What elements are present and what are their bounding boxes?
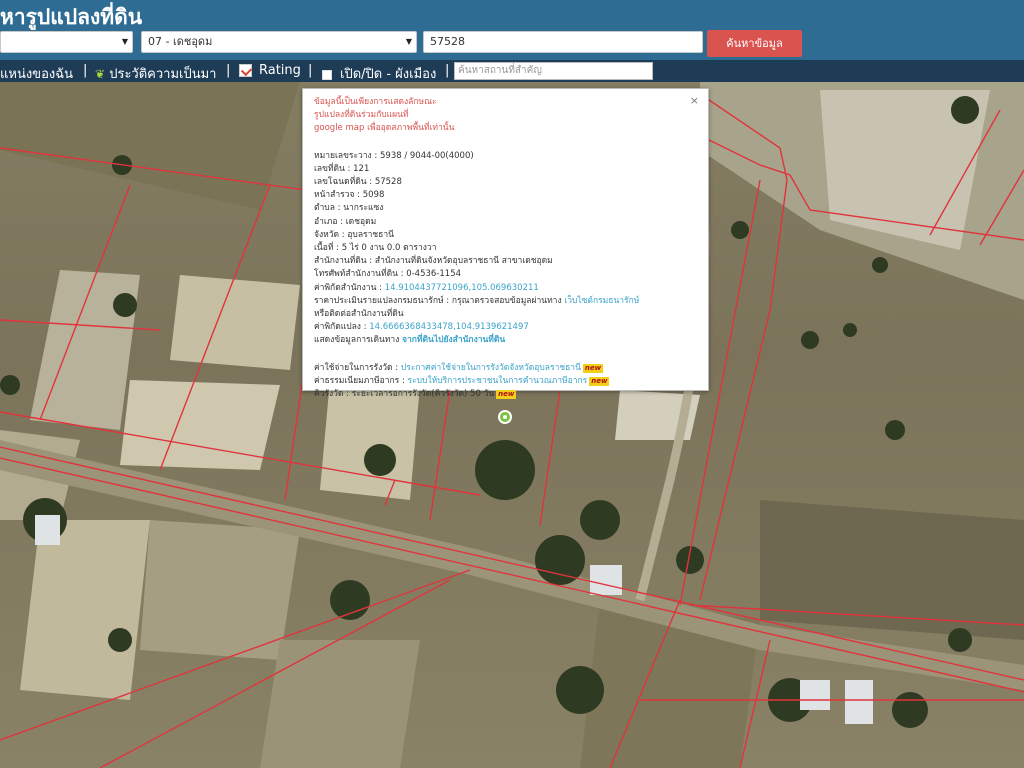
field-label: หมายเลขระวาง	[314, 150, 372, 161]
field-row-district: อำเภอ : เดชอุดม	[314, 216, 377, 227]
new-badge: new	[496, 390, 517, 400]
field-value: 5098	[362, 190, 385, 201]
field-label: คิวรังวัด	[314, 389, 344, 400]
city-plan-checkbox[interactable]	[322, 69, 332, 80]
popup-notice-line: ข้อมูลนี้เป็นเพียงการแสดงลักษณะ	[314, 97, 437, 107]
district-select-value: 07 - เดชอุดม	[148, 35, 213, 48]
field-value: 5938 / 9044-00(4000)	[380, 150, 474, 161]
field-row-land-office: สำนักงานที่ดิน : สำนักงานที่ดินจังหวัดอุ…	[314, 256, 553, 267]
office-coord-link[interactable]: 14.9104437721096,105.069630211	[385, 283, 539, 293]
menu-separator: |	[226, 63, 231, 78]
field-row-survey-page: หน้าสำรวจ : 5098	[314, 190, 385, 201]
field-label: เลขที่ดิน	[314, 163, 345, 174]
field-value: 57528	[374, 177, 402, 188]
field-label: ตำบล	[314, 203, 335, 214]
field-row-province: จังหวัด : อุบลราชธานี	[314, 229, 394, 240]
parcel-info-popup: × ข้อมูลนี้เป็นเพียงการแสดงลักษณะ รูปแปล…	[302, 88, 709, 400]
field-label: หน้าสำรวจ	[314, 190, 355, 201]
field-label: จังหวัด	[314, 229, 340, 240]
sprout-icon: ❦	[95, 67, 106, 81]
field-row-deed-no: เลขโฉนดที่ดิน : 57528	[314, 177, 402, 188]
close-icon[interactable]: ×	[690, 94, 699, 107]
field-row-survey-fee: ค่าใช้จ่ายในการรังวัด : ประกาศค่าใช้จ่าย…	[314, 362, 604, 373]
top-bar: หารูปแปลงที่ดิน ▼ 07 - เดชอุดม ▼ 57528 ค…	[0, 0, 1024, 60]
field-value: กรุณาตรวจสอบข้อมูลผ่านทาง	[451, 295, 562, 306]
field-value: 5 ไร่ 0 งาน 0.0 ตารางวา	[341, 243, 437, 254]
field-label: ราคาประเมินรายแปลงกรมธนารักษ์	[314, 295, 444, 306]
treasury-website-link[interactable]: เว็บไซต์กรมธนารักษ์	[564, 296, 639, 306]
field-label: ค่าพิกัดสำนักงาน	[314, 282, 377, 293]
new-badge: new	[582, 363, 604, 373]
field-label: ค่าธรรมเนียมภาษีอากร	[314, 375, 400, 386]
parcel-number-input[interactable]: 57528	[423, 31, 703, 53]
field-value: 121	[353, 163, 370, 174]
province-select[interactable]: ▼	[0, 31, 133, 53]
place-search-input[interactable]: ค้นหาสถานที่สำคัญ	[454, 62, 653, 80]
field-value: อุบลราชธานี	[347, 229, 394, 240]
route-to-office-link[interactable]: จากที่ดินไปยังสำนักงานที่ดิน	[402, 335, 505, 345]
field-label: โทรศัพท์สำนักงานที่ดิน	[314, 269, 398, 280]
field-value: เดชอุดม	[345, 216, 377, 227]
field-row-land-no: เลขที่ดิน : 121	[314, 163, 370, 174]
field-row-tax: ค่าธรรมเนียมภาษีอากร : ระบบให้บริการประช…	[314, 375, 610, 386]
field-label: อำเภอ	[314, 216, 338, 227]
tax-calculator-link[interactable]: ระบบให้บริการประชาชนในการคำนวณภาษีอากร	[408, 376, 588, 386]
my-location-link[interactable]: แหน่งของฉัน	[0, 63, 73, 84]
field-label: ค่าใช้จ่ายในการรังวัด	[314, 362, 393, 373]
rating-link[interactable]: Rating	[239, 63, 301, 78]
field-label: แสดงข้อมูลการเดินทาง	[314, 335, 400, 346]
rating-icon	[239, 64, 252, 77]
field-row-area: เนื้อที่ : 5 ไร่ 0 งาน 0.0 ตารางวา	[314, 243, 437, 254]
field-row-appraisal-note: หรือติดต่อสำนักงานที่ดิน	[314, 309, 404, 320]
menu-separator: |	[445, 63, 450, 78]
district-select[interactable]: 07 - เดชอุดม ▼	[141, 31, 417, 53]
app-title: หารูปแปลงที่ดิน	[0, 5, 143, 29]
history-link[interactable]: ❦ ประวัติความเป็นมา	[95, 63, 216, 84]
field-row-office-phone: โทรศัพท์สำนักงานที่ดิน : 0-4536-1154	[314, 269, 462, 280]
parcel-coord-link[interactable]: 14.6666368433478,104.9139621497	[369, 322, 529, 332]
chevron-down-icon: ▼	[121, 37, 128, 46]
survey-fee-link[interactable]: ประกาศค่าใช้จ่ายในการรังวัดจังหวัดอุบลรา…	[401, 363, 581, 373]
field-value: นากระแซง	[343, 203, 384, 214]
menu-separator: |	[308, 63, 313, 78]
rating-link-label: Rating	[259, 63, 301, 78]
field-row-sheet: หมายเลขระวาง : 5938 / 9044-00(4000)	[314, 150, 474, 161]
field-value: สำนักงานที่ดินจังหวัดอุบลราชธานี สาขาเดช…	[374, 256, 553, 267]
field-label: สำนักงานที่ดิน	[314, 256, 367, 267]
field-label: ค่าพิกัดแปลง	[314, 322, 361, 333]
menu-separator: |	[83, 63, 88, 78]
popup-notice-line: google map เพื่ออุดสภาพพื้นที่เท่านั้น	[314, 123, 455, 134]
field-label: เลขโฉนดที่ดิน	[314, 177, 367, 188]
field-row-route: แสดงข้อมูลการเดินทาง จากที่ดินไปยังสำนัก…	[314, 334, 698, 347]
city-plan-toggle[interactable]: เปิด/ปิด - ผังเมือง	[322, 63, 436, 84]
field-row-survey-queue: คิวรังวัด : ระยะเวลารอการรังวัด(คิวรังวั…	[314, 389, 517, 400]
map-marker-icon[interactable]	[498, 410, 512, 424]
history-link-label: ประวัติความเป็นมา	[109, 67, 217, 82]
new-badge: new	[589, 376, 610, 386]
popup-notice-line: รูปแปลงที่ดินร่วมกับแผนที่	[314, 110, 409, 121]
field-row-subdistrict: ตำบล : นากระแซง	[314, 203, 384, 214]
chevron-down-icon: ▼	[405, 37, 412, 46]
city-plan-toggle-label: เปิด/ปิด - ผังเมือง	[340, 67, 437, 82]
field-row-parcel-coord: ค่าพิกัดแปลง : 14.6666368433478,104.9139…	[314, 322, 529, 333]
field-label: เนื้อที่	[314, 243, 334, 254]
field-value: ระยะเวลารอการรังวัด(คิวรังวัด) 50 วัน	[351, 389, 495, 400]
field-row-appraisal: ราคาประเมินรายแปลงกรมธนารักษ์ : กรุณาตรว…	[314, 295, 640, 306]
search-button[interactable]: ค้นหาข้อมูล	[707, 30, 802, 57]
field-value: 0-4536-1154	[406, 269, 462, 280]
field-row-office-coord: ค่าพิกัดสำนักงาน : 14.9104437721096,105.…	[314, 282, 539, 293]
